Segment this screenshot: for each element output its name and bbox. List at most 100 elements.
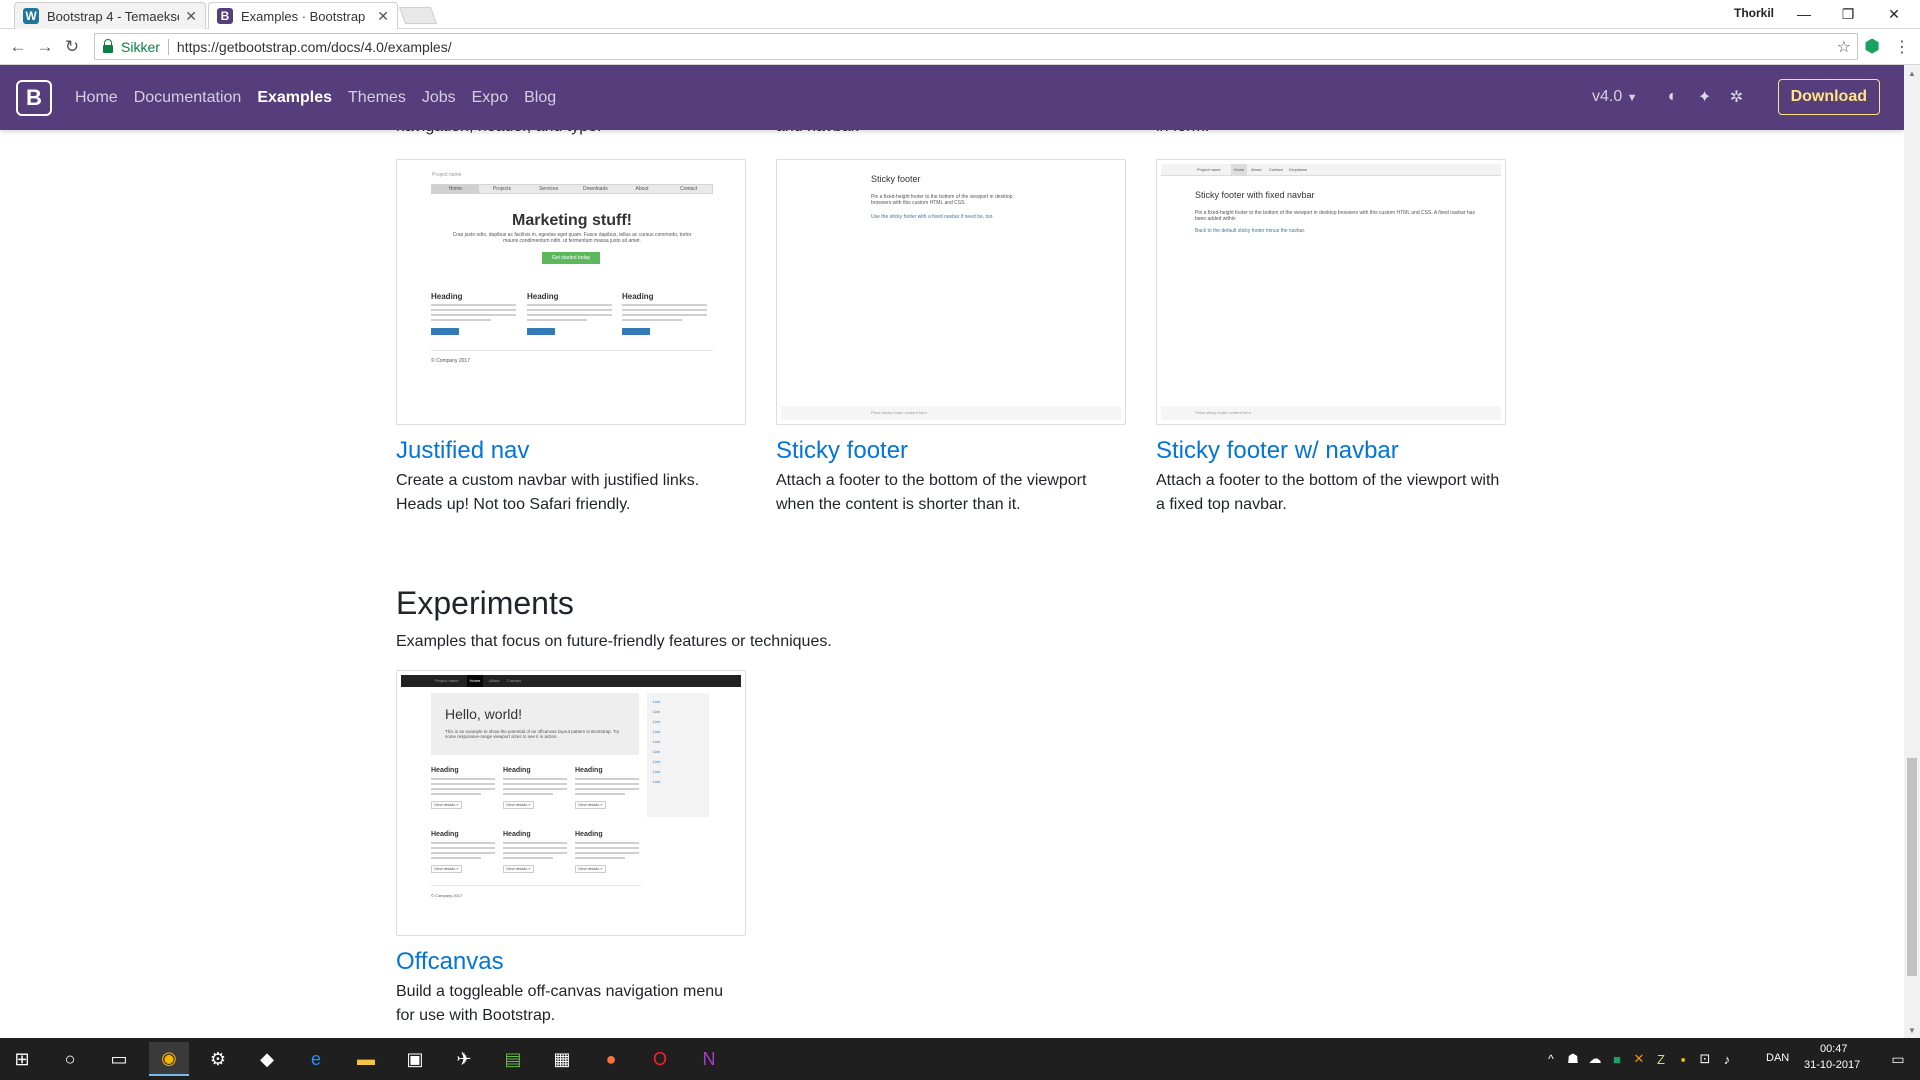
thumb-divider	[431, 885, 641, 886]
close-tab-icon[interactable]: ✕	[377, 8, 389, 25]
windows-start-icon[interactable]: ⊞	[2, 1042, 42, 1076]
notepad-plus-icon[interactable]: ▤	[493, 1042, 533, 1076]
edge-icon[interactable]: e	[296, 1042, 336, 1076]
tray-expand-icon[interactable]: ^	[1540, 1042, 1562, 1076]
bookmark-star-icon[interactable]: ☆	[1837, 37, 1851, 57]
minimize-icon[interactable]: —	[1782, 3, 1826, 25]
task-view-icon[interactable]: ▭	[99, 1042, 139, 1076]
thumb-text-line	[431, 793, 481, 795]
tray-green-icon[interactable]: ■	[1606, 1042, 1628, 1076]
thumb-text-line	[503, 793, 553, 795]
thumb-text-line	[503, 847, 567, 849]
settings-gear-icon[interactable]: ⚙	[198, 1042, 238, 1076]
sticky-footer-thumbnail[interactable]: Sticky footer Pin a fixed-height footer …	[776, 159, 1126, 425]
close-window-icon[interactable]: ✕	[1872, 3, 1916, 25]
forward-arrow-icon[interactable]: →	[35, 37, 55, 57]
sticky-footer-desc: Attach a footer to the bottom of the vie…	[776, 472, 1087, 513]
navbar-right: v4.0 ▼ ◐ ✦ ✲ Download	[1592, 79, 1880, 115]
scroll-down-icon[interactable]: ▼	[1904, 1022, 1920, 1038]
thumb-text-line	[503, 852, 567, 854]
sticky-footer-navbar-desc: Attach a footer to the bottom of the vie…	[1156, 472, 1500, 513]
scrollbar-thumb[interactable]	[1907, 758, 1917, 976]
thumb-text-line	[527, 304, 612, 306]
nav-blog[interactable]: Blog	[524, 89, 556, 107]
tray-app-icon[interactable]: ☗	[1562, 1042, 1584, 1076]
justified-nav-title[interactable]: Justified nav	[396, 437, 529, 465]
tray-orange-icon[interactable]: ✕	[1628, 1042, 1650, 1076]
thumb-heading: Sticky footer with fixed navbar	[1195, 190, 1315, 200]
nav-home[interactable]: Home	[75, 89, 118, 107]
store-icon[interactable]: ▣	[395, 1042, 435, 1076]
action-center-icon[interactable]: ▭	[1880, 1042, 1916, 1076]
nav-examples[interactable]: Examples	[257, 89, 332, 107]
thumb-details-button: View details »	[503, 865, 534, 873]
app-diamond-icon[interactable]: ◆	[247, 1042, 287, 1076]
close-tab-icon[interactable]: ✕	[185, 8, 197, 25]
version-dropdown[interactable]: v4.0 ▼	[1592, 88, 1638, 106]
sticky-footer-navbar-title[interactable]: Sticky footer w/ navbar	[1156, 437, 1399, 465]
scroll-up-icon[interactable]: ▲	[1904, 65, 1920, 81]
thumb-heading: Heading	[431, 831, 459, 838]
justified-nav-thumbnail[interactable]: Project name Home Projects Services Down…	[396, 159, 746, 425]
file-explorer-icon[interactable]: ▬	[346, 1042, 386, 1076]
page-viewport: B Home Documentation Examples Themes Job…	[0, 65, 1904, 1038]
page-scrollbar[interactable]: ▲ ▼	[1904, 65, 1920, 1038]
slack-icon[interactable]: ✲	[1728, 87, 1746, 107]
nav-documentation[interactable]: Documentation	[134, 89, 242, 107]
network-icon[interactable]: ⊡	[1694, 1042, 1716, 1076]
back-arrow-icon[interactable]: ←	[8, 37, 28, 57]
offcanvas-thumbnail[interactable]: Project name Home About Contact Hello, w…	[396, 670, 746, 936]
thumb-text-line	[622, 314, 707, 316]
chrome-menu-icon[interactable]: ⋮	[1892, 37, 1912, 57]
new-tab-button[interactable]	[398, 7, 438, 24]
bootstrap-logo[interactable]: B	[16, 79, 52, 116]
tab-examples-bootstrap[interactable]: B Examples · Bootstrap ✕	[208, 2, 398, 29]
sticky-footer-navbar-thumbnail[interactable]: Project name Home About Contact Dropdown…	[1156, 159, 1506, 425]
clock-time[interactable]: 00:47	[1820, 1043, 1848, 1055]
thumb-nav-item: About	[1251, 167, 1262, 172]
volume-icon[interactable]: ♪	[1716, 1042, 1738, 1076]
filezilla-icon[interactable]: Z	[1650, 1042, 1672, 1076]
onenote-icon[interactable]: N	[689, 1042, 729, 1076]
github-icon[interactable]: ◐	[1664, 88, 1682, 106]
firefox-icon[interactable]: ●	[591, 1042, 631, 1076]
thumb-link: Use the sticky footer with a fixed navba…	[871, 214, 994, 220]
thumb-footer: © Company 2017	[431, 893, 463, 898]
thumb-footer-bar: Place sticky footer content here.	[781, 406, 1121, 420]
app-icon[interactable]: ✈	[444, 1042, 484, 1076]
nav-jobs[interactable]: Jobs	[422, 89, 456, 107]
clock-date[interactable]: 31-10-2017	[1804, 1059, 1860, 1071]
chrome-taskbar-icon[interactable]: ◉	[149, 1042, 189, 1076]
onedrive-icon[interactable]: ☁	[1584, 1042, 1606, 1076]
download-button[interactable]: Download	[1777, 79, 1880, 115]
thumb-nav-item: Services	[539, 186, 559, 192]
profile-name[interactable]: Thorkil	[1734, 6, 1774, 20]
sticky-footer-title[interactable]: Sticky footer	[776, 437, 908, 465]
extension-icon[interactable]: ⬢	[1862, 36, 1882, 56]
nav-themes[interactable]: Themes	[348, 89, 406, 107]
opera-icon[interactable]: O	[640, 1042, 680, 1076]
restore-icon[interactable]: ❐	[1826, 3, 1870, 25]
tray-yellow-icon[interactable]: ▪	[1672, 1042, 1694, 1076]
twitter-icon[interactable]: ✦	[1696, 87, 1714, 107]
thumb-lead: This is an example to show the potential…	[445, 729, 620, 739]
thumb-nav-item: About	[635, 186, 649, 192]
tab-temaeksem[interactable]: W Bootstrap 4 - Temaeksem ✕	[14, 2, 206, 29]
nav-expo[interactable]: Expo	[472, 89, 508, 107]
calendar-app-icon[interactable]: ▦	[542, 1042, 582, 1076]
caret-down-icon: ▼	[1626, 92, 1638, 104]
language-indicator[interactable]: DAN	[1766, 1052, 1789, 1064]
lock-icon	[103, 38, 113, 53]
url-text: https://getbootstrap.com/docs/4.0/exampl…	[176, 38, 452, 55]
thumb-text-line	[575, 847, 639, 849]
browser-toolbar: ← → ↻ Sikker https://getbootstrap.com/do…	[0, 29, 1920, 65]
offcanvas-title[interactable]: Offcanvas	[396, 948, 504, 976]
reload-icon[interactable]: ↻	[62, 37, 82, 57]
thumb-text-line	[503, 857, 553, 859]
thumb-heading: Heading	[503, 831, 531, 838]
thumb-text-line	[431, 778, 495, 780]
address-bar[interactable]: Sikker https://getbootstrap.com/docs/4.0…	[94, 33, 1858, 60]
thumb-sidebar: Link Link Link Link Link Link Link Link …	[647, 693, 709, 817]
thumb-sidebar-link: Link	[653, 699, 661, 704]
search-icon[interactable]: ○	[50, 1042, 90, 1076]
